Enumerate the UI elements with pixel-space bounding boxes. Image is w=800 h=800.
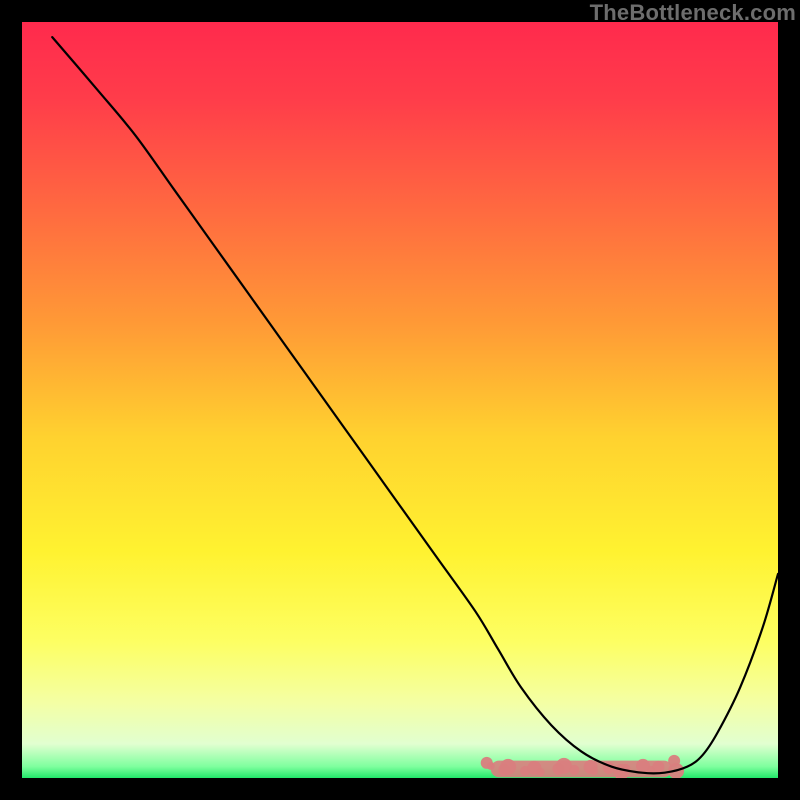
bottleneck-chart <box>22 22 778 778</box>
chart-frame <box>22 22 778 778</box>
watermark-text: TheBottleneck.com <box>590 0 796 26</box>
